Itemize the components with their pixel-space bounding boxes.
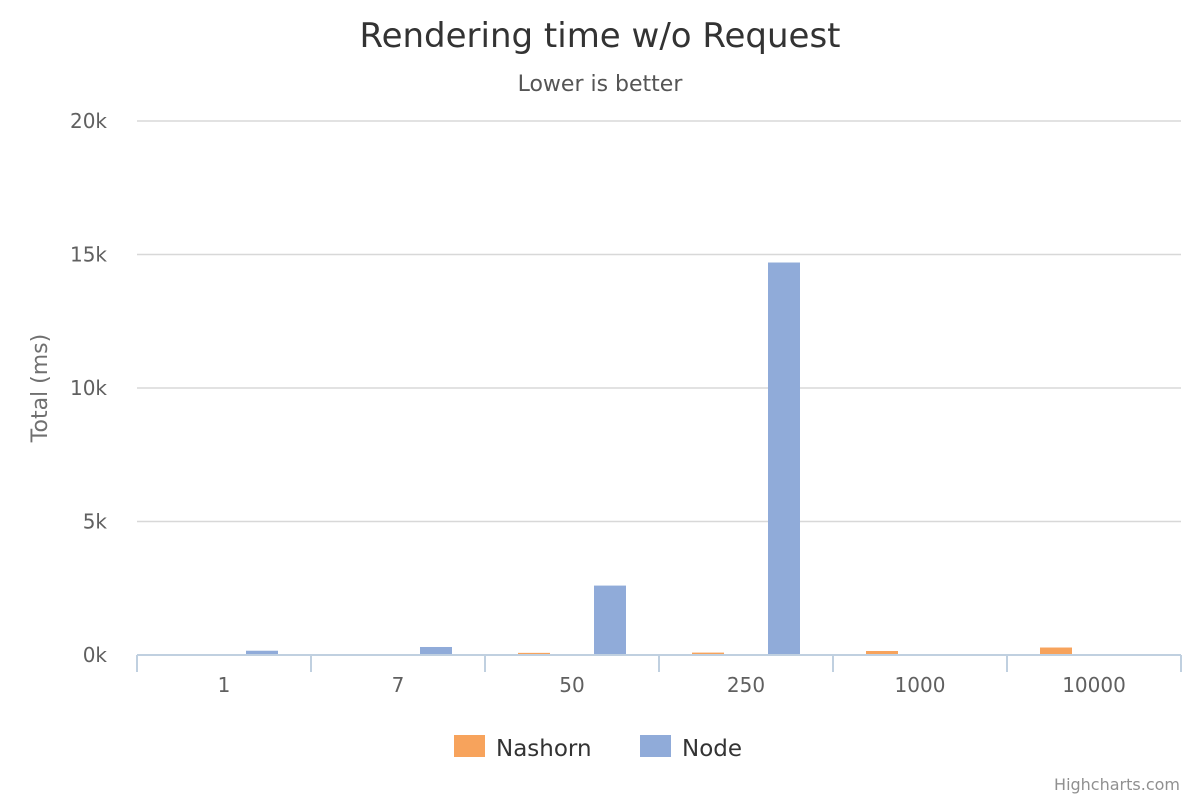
bar-node-7[interactable]: [420, 646, 452, 655]
legend-item-nashorn[interactable]: Nashorn: [454, 735, 592, 762]
chart-subtitle: Lower is better: [518, 72, 684, 97]
y-tick-label: 0k: [83, 643, 108, 667]
x-tick-label: 1: [218, 673, 231, 697]
y-tick-label: 10k: [70, 376, 107, 400]
y-tick-label: 5k: [83, 510, 108, 534]
y-axis-title: Total (ms): [28, 334, 53, 443]
x-tick-label: 7: [392, 673, 405, 697]
chart-svg: Rendering time w/o Request Lower is bett…: [28, 16, 1182, 794]
x-tick-label: 50: [559, 673, 584, 697]
bar-nashorn-10000[interactable]: [1040, 647, 1072, 655]
x-tick-label: 250: [727, 673, 765, 697]
legend-swatch: [640, 735, 671, 757]
x-axis: 1 7 50 250 1000 10000: [136, 654, 1182, 697]
chart-title: Rendering time w/o Request: [359, 16, 840, 56]
legend-label: Nashorn: [496, 736, 592, 762]
legend: Nashorn Node: [454, 735, 742, 762]
legend-swatch: [454, 735, 485, 757]
legend-item-node[interactable]: Node: [640, 735, 742, 762]
y-axis-tick-labels: 0k 5k 10k 15k 20k: [70, 109, 107, 667]
legend-label: Node: [682, 736, 742, 762]
credits-link[interactable]: Highcharts.com: [1054, 775, 1180, 794]
grid-lines: [137, 120, 1181, 523]
x-tick-label: 10000: [1062, 673, 1126, 697]
y-tick-label: 20k: [70, 109, 107, 133]
bar-node-250[interactable]: [768, 262, 800, 655]
x-tick-label: 1000: [895, 673, 946, 697]
bars: [246, 262, 1072, 655]
bar-node-50[interactable]: [594, 585, 626, 655]
y-tick-label: 15k: [70, 243, 107, 267]
